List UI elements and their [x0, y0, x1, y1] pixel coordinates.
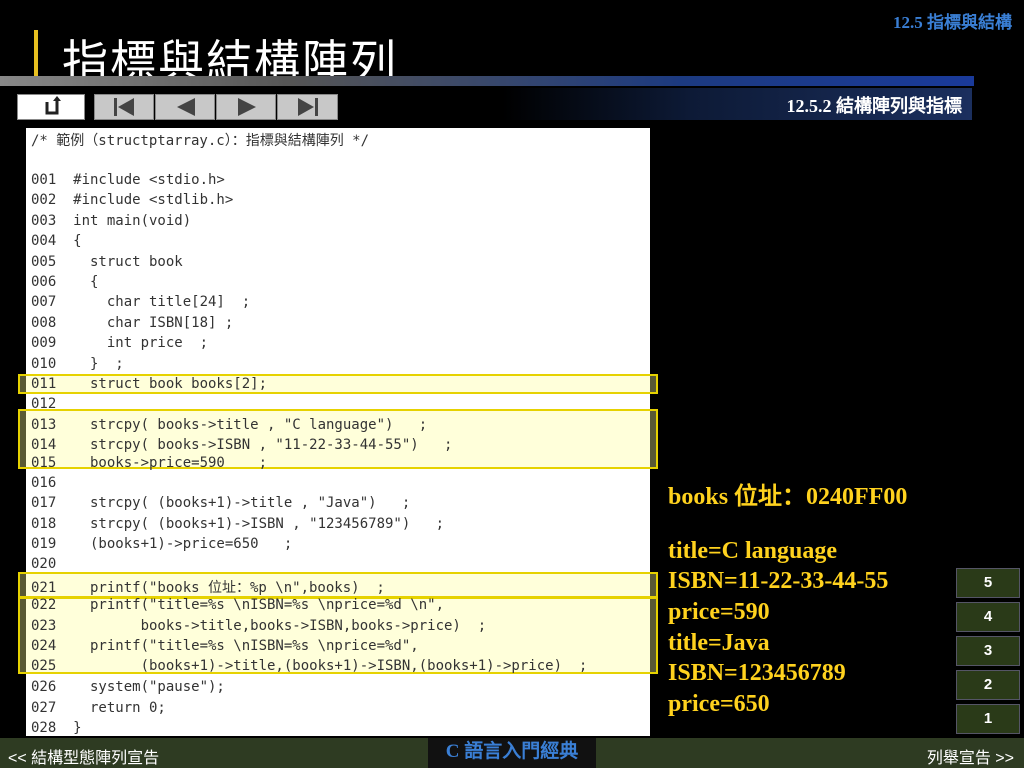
next-icon — [238, 98, 256, 116]
code-line: 015 books->price=590 ; — [31, 455, 268, 471]
title-divider — [0, 76, 974, 86]
code-line: 005 struct book — [31, 254, 183, 270]
code-line: 013 strcpy( books->title , "C language")… — [31, 417, 428, 433]
output-line: title=C language — [668, 538, 837, 564]
code-line: 020 — [31, 556, 57, 572]
subsection-title: 12.5.2 結構陣列與指標 — [786, 96, 963, 116]
return-icon — [45, 96, 61, 115]
output-line: price=590 — [668, 599, 770, 625]
code-line: 002 #include <stdlib.h> — [31, 192, 234, 208]
output-line: ISBN=123456789 — [668, 660, 846, 686]
page-button-5[interactable]: 5 — [956, 568, 1020, 598]
output-line: title=Java — [668, 630, 770, 656]
code-line: 011 struct book books[2]; — [31, 376, 268, 392]
return-button[interactable] — [17, 94, 85, 120]
code-line: 003 int main(void) — [31, 213, 192, 229]
previous-page-button[interactable] — [155, 94, 215, 120]
footer-book-title[interactable]: C 語言入門經典 — [428, 738, 596, 768]
page-button-4[interactable]: 4 — [956, 602, 1020, 632]
code-line: 022 printf("title=%s \nISBN=%s \nprice=%… — [31, 597, 445, 613]
code-line: 017 strcpy( (books+1)->title , "Java") ; — [31, 495, 411, 511]
first-page-icon — [114, 98, 134, 116]
code-line: 021 printf("books 位址：%p \n",books) ; — [31, 580, 385, 596]
footer-next-link[interactable]: 列舉宣告 >> — [927, 744, 1014, 768]
next-page-button[interactable] — [216, 94, 276, 120]
code-line: /* 範例（structptarray.c）：指標與結構陣列 */ — [31, 133, 370, 149]
code-line: 016 — [31, 475, 57, 491]
code-line: 028 } — [31, 720, 82, 736]
code-line: 008 char ISBN[18] ; — [31, 315, 234, 331]
code-line: 019 (books+1)->price=650 ; — [31, 536, 293, 552]
first-page-button[interactable] — [94, 94, 154, 120]
code-line: 025 (books+1)->title,(books+1)->ISBN,(bo… — [31, 658, 588, 674]
page-button-3[interactable]: 3 — [956, 636, 1020, 666]
code-line: 026 system("pause"); — [31, 679, 225, 695]
last-page-icon — [297, 98, 318, 116]
code-line: 006 { — [31, 274, 99, 290]
output-line: price=650 — [668, 691, 770, 717]
last-page-button[interactable] — [277, 94, 338, 120]
code-line: 012 — [31, 396, 57, 412]
code-line: 024 printf("title=%s \nISBN=%s \nprice=%… — [31, 638, 419, 654]
previous-icon — [177, 98, 195, 116]
code-line: 014 strcpy( books->ISBN , "11-22-33-44-5… — [31, 437, 453, 453]
code-line: 027 return 0; — [31, 700, 166, 716]
code-line: 010 } ; — [31, 356, 124, 372]
footer-prev-link[interactable]: << 結構型態陣列宣告 — [8, 744, 159, 768]
code-line: 001 #include <stdio.h> — [31, 172, 225, 188]
page-button-2[interactable]: 2 — [956, 670, 1020, 700]
output-line: books 位址：0240FF00 — [668, 484, 908, 510]
code-line: 004 { — [31, 233, 82, 249]
code-line: 023 books->title,books->ISBN,books->pric… — [31, 618, 487, 634]
section-label: 12.5 指標與結構 — [893, 13, 1012, 32]
page-button-1[interactable]: 1 — [956, 704, 1020, 734]
code-line: 009 int price ; — [31, 335, 209, 351]
output-line: ISBN=11-22-33-44-55 — [668, 568, 889, 594]
title-accent-bar — [34, 30, 38, 80]
code-line: 018 strcpy( (books+1)->ISBN , "123456789… — [31, 516, 445, 532]
code-line: 007 char title[24] ; — [31, 294, 251, 310]
